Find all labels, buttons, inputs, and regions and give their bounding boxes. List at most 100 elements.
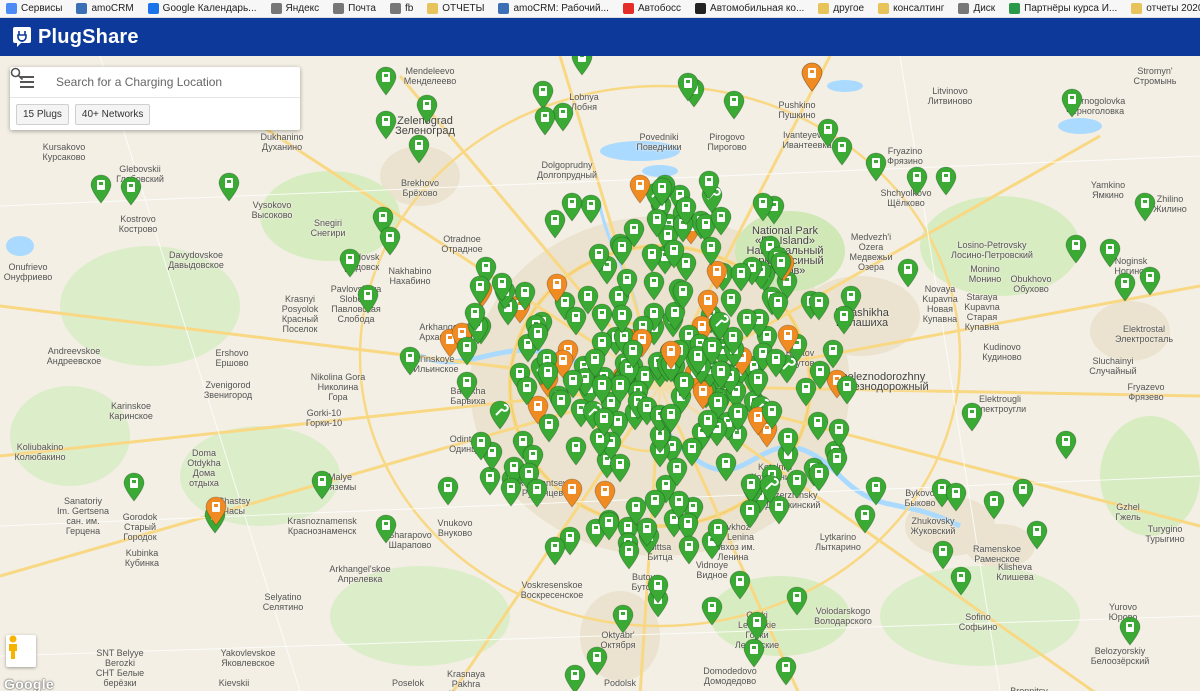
charging-pin-green-icon[interactable] [743, 638, 765, 668]
charging-pin-green-icon[interactable] [854, 504, 876, 534]
search-icon[interactable] [10, 67, 300, 97]
charging-pin-orange-icon[interactable] [660, 340, 682, 371]
charging-pin-green-icon[interactable] [701, 596, 723, 626]
charging-pin-green-icon[interactable] [961, 402, 983, 432]
charging-pin-green-icon[interactable] [672, 280, 694, 311]
charging-pin-green-icon[interactable] [643, 271, 665, 301]
charging-pin-green-icon[interactable] [786, 586, 808, 616]
networks-filter-button[interactable]: 40+ Networks [74, 103, 151, 125]
charging-pin-green-icon[interactable] [677, 72, 699, 102]
app-logo-text[interactable]: PlugShare [38, 26, 139, 49]
charging-pin-green-icon[interactable] [565, 306, 587, 336]
charging-pin-green-icon[interactable] [831, 136, 853, 166]
charging-pin-green-icon[interactable] [90, 174, 112, 204]
charging-pin-wrench-icon[interactable] [489, 400, 511, 430]
charging-pin-green-icon[interactable] [950, 566, 972, 596]
charging-pin-green-icon[interactable] [611, 236, 633, 266]
charging-pin-green-icon[interactable] [765, 348, 787, 379]
charging-pin-green-icon[interactable] [464, 302, 486, 332]
charging-pin-green-icon[interactable] [527, 322, 549, 352]
bookmark-item[interactable]: Партнёры курса И... [1009, 3, 1117, 14]
charging-pin-green-icon[interactable] [580, 194, 602, 224]
charging-pin-green-icon[interactable] [375, 66, 397, 96]
plugs-filter-button[interactable]: 15 Plugs [16, 103, 69, 125]
charging-pin-green-icon[interactable] [526, 478, 548, 508]
charging-pin-green-icon[interactable] [646, 208, 668, 238]
charging-pin-green-icon[interactable] [808, 462, 830, 492]
charging-pin-green-icon[interactable] [660, 403, 682, 433]
charging-pin-green-icon[interactable] [562, 369, 584, 399]
charging-pin-green-icon[interactable] [591, 374, 613, 404]
charging-pin-green-icon[interactable] [584, 348, 606, 378]
charging-pin-green-icon[interactable] [698, 170, 720, 200]
bookmark-item[interactable]: Google Календарь... [147, 3, 257, 14]
bookmark-item[interactable]: другое [818, 3, 864, 14]
charging-pin-green-icon[interactable] [339, 248, 361, 278]
charging-pin-green-icon[interactable] [399, 346, 421, 376]
charging-pin-green-icon[interactable] [636, 517, 658, 548]
bookmark-item[interactable]: Диск [958, 3, 995, 14]
charging-pin-green-icon[interactable] [865, 476, 887, 506]
charging-pin-green-icon[interactable] [1061, 88, 1083, 118]
charging-pin-green-icon[interactable] [375, 514, 397, 544]
charging-pin-green-icon[interactable] [935, 166, 957, 196]
charging-pin-green-icon[interactable] [673, 371, 695, 401]
charging-pin-wrench-icon[interactable] [759, 474, 781, 504]
charging-pin-green-icon[interactable] [544, 536, 566, 566]
charging-pin-green-icon[interactable] [739, 499, 761, 530]
charging-pin-green-icon[interactable] [666, 457, 688, 487]
charging-pin-green-icon[interactable] [469, 275, 491, 305]
charging-pin-orange-icon[interactable] [629, 174, 651, 204]
charging-pin-green-icon[interactable] [534, 106, 556, 136]
charging-pin-green-icon[interactable] [836, 375, 858, 405]
charging-pin-green-icon[interactable] [710, 206, 732, 236]
charging-pin-green-icon[interactable] [897, 258, 919, 288]
charging-pin-green-icon[interactable] [588, 243, 610, 273]
charging-pin-green-icon[interactable] [437, 476, 459, 506]
bookmark-item[interactable]: консалтинг [878, 3, 944, 14]
charging-pin-green-icon[interactable] [1012, 478, 1034, 508]
charging-pin-green-icon[interactable] [586, 646, 608, 676]
charging-pin-green-icon[interactable] [700, 236, 722, 266]
charging-pin-green-icon[interactable] [1139, 266, 1161, 296]
bookmark-item[interactable]: amoCRM [76, 3, 134, 14]
bookmark-item[interactable]: Сервисы [6, 3, 62, 14]
charging-pin-green-icon[interactable] [1099, 238, 1121, 268]
charging-pin-green-icon[interactable] [761, 400, 783, 430]
charging-pin-green-icon[interactable] [612, 604, 634, 634]
charging-pin-green-icon[interactable] [707, 518, 729, 548]
charging-pin-green-icon[interactable] [218, 172, 240, 202]
charging-pin-green-icon[interactable] [777, 427, 799, 457]
charging-pin-green-icon[interactable] [408, 134, 430, 164]
charging-pin-green-icon[interactable] [456, 371, 478, 401]
charging-pin-green-icon[interactable] [752, 192, 774, 222]
charging-pin-orange-icon[interactable] [594, 480, 616, 510]
charging-pin-green-icon[interactable] [675, 196, 697, 227]
charging-pin-green-icon[interactable] [715, 452, 737, 482]
charging-pin-green-icon[interactable] [767, 291, 789, 321]
bookmark-item[interactable]: amoCRM: Рабочий... [498, 3, 609, 14]
bookmark-item[interactable]: Автобосс [622, 3, 681, 14]
bookmark-item[interactable]: ОТЧЕТЫ [427, 3, 484, 14]
charging-pin-green-icon[interactable] [491, 272, 513, 302]
charging-pin-green-icon[interactable] [865, 152, 887, 182]
charging-pin-green-icon[interactable] [416, 94, 438, 124]
charging-pin-green-icon[interactable] [1026, 520, 1048, 550]
charging-pin-green-icon[interactable] [571, 56, 593, 76]
charging-pin-green-icon[interactable] [828, 418, 850, 448]
charging-pin-green-icon[interactable] [833, 305, 855, 335]
charging-pin-green-icon[interactable] [616, 268, 638, 298]
charging-pin-green-icon[interactable] [945, 482, 967, 512]
charging-pin-orange-icon[interactable] [546, 273, 568, 303]
search-input[interactable] [44, 67, 270, 97]
charging-pin-green-icon[interactable] [516, 376, 538, 406]
pegman-icon[interactable] [6, 635, 36, 667]
charging-pin-green-icon[interactable] [651, 177, 673, 207]
charging-pin-green-icon[interactable] [537, 361, 559, 391]
charging-pin-green-icon[interactable] [723, 90, 745, 120]
map-canvas[interactable]: Mendeleevo МенделеевоZelenograd Зеленогр… [0, 56, 1200, 691]
charging-pin-green-icon[interactable] [593, 407, 615, 437]
charging-pin-green-icon[interactable] [906, 166, 928, 196]
charging-pin-green-icon[interactable] [644, 489, 666, 519]
charging-pin-green-icon[interactable] [809, 360, 831, 391]
